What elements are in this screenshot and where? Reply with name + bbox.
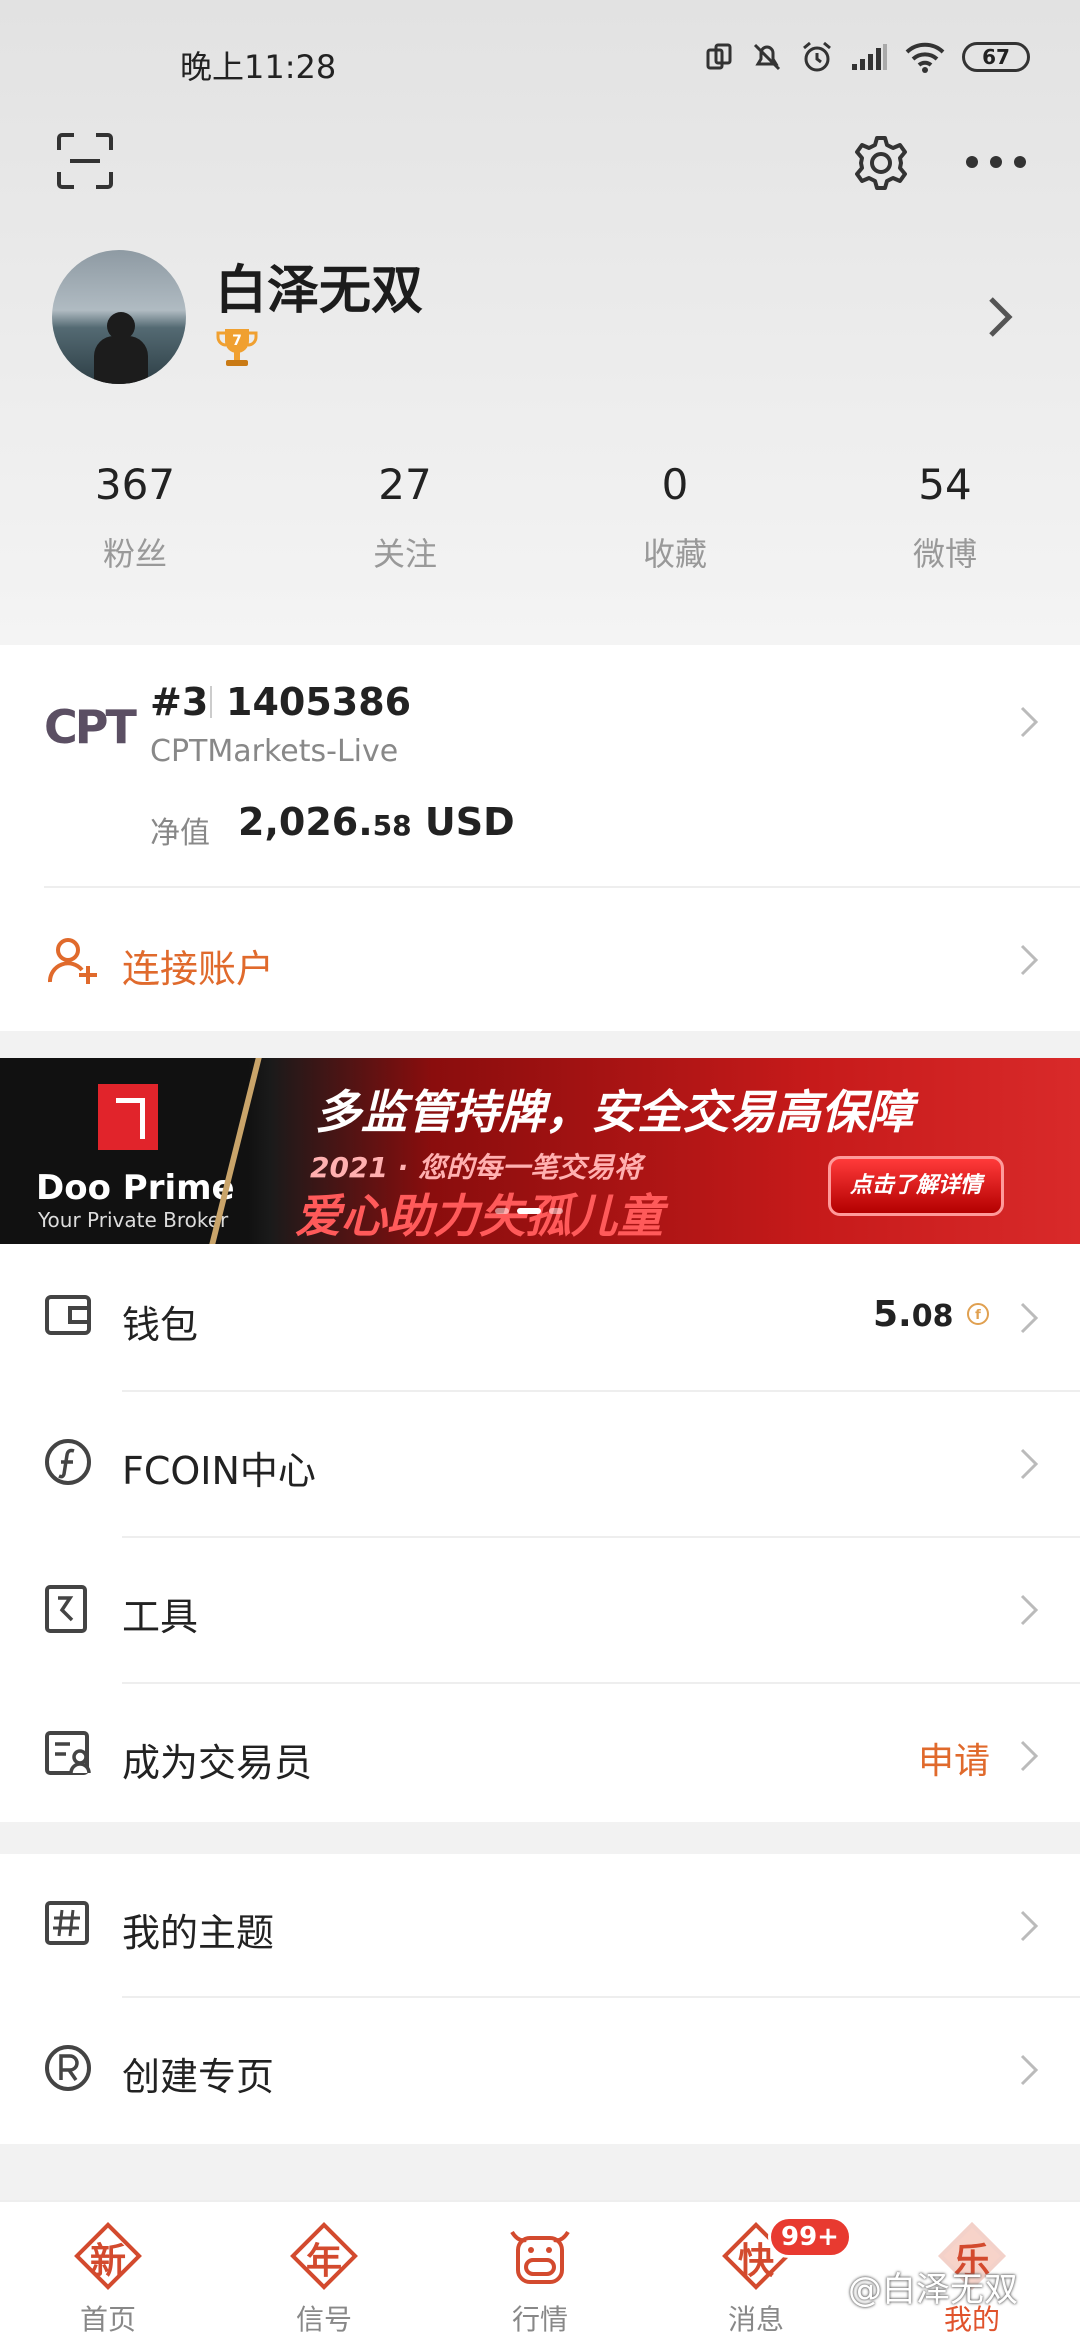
- mute-bell-icon: [753, 43, 781, 71]
- wifi-icon: [905, 42, 945, 73]
- registered-icon: [44, 2044, 92, 2096]
- menu-item-label: 创建专页: [122, 2055, 275, 2099]
- stats-row: 367 粉丝 27 关注 0 收藏 54 微博: [0, 460, 1080, 575]
- unread-badge: 99+: [768, 2216, 852, 2258]
- stat-value: 27: [378, 460, 432, 509]
- banner-brand: Doo Prime: [36, 1168, 235, 1208]
- screen-cast-icon: [706, 43, 732, 70]
- signal-icon: [852, 44, 887, 70]
- promo-banner[interactable]: Doo Prime Your Private Broker 多监管持牌，安全交易…: [0, 1058, 1080, 1244]
- separator: [210, 686, 212, 718]
- menu-item-label: 我的主题: [122, 1911, 275, 1955]
- menu-item-wallet[interactable]: 钱包 5.08 f: [0, 1246, 1080, 1392]
- account-rank: #3: [150, 680, 209, 724]
- menu-item-my-topics[interactable]: 我的主题: [0, 1854, 1080, 2000]
- account-server: CPTMarkets-Live: [150, 734, 399, 769]
- stat-following[interactable]: 27 关注: [270, 460, 540, 575]
- banner-pager: [495, 1208, 563, 1214]
- add-user-icon: [47, 936, 98, 990]
- settings-button[interactable]: [852, 134, 910, 192]
- tab-messages[interactable]: 快 99+ 消息: [696, 2216, 852, 2338]
- banner-tagline: Your Private Broker: [38, 1208, 229, 1232]
- status-time: 晚上11:28: [180, 48, 337, 86]
- tab-label: 行情: [511, 2303, 568, 2336]
- menu-item-label: 成为交易员: [122, 1741, 313, 1785]
- chevron-right-icon: [1018, 1592, 1040, 1632]
- watermark: @白泽无双: [848, 2270, 1018, 2310]
- menu-item-fcoin[interactable]: FCOIN中心: [0, 1392, 1080, 1538]
- menu-item-become-trader[interactable]: 成为交易员 申请: [0, 1684, 1080, 1830]
- connect-account-label: 连接账户: [122, 947, 275, 991]
- chevron-right-icon: [1018, 2052, 1040, 2092]
- broker-logo: CPT: [44, 700, 137, 754]
- doo-prime-logo-icon: [98, 1084, 158, 1150]
- chevron-right-icon: [1018, 942, 1040, 982]
- menu-item-create-page[interactable]: 创建专页: [0, 1998, 1080, 2144]
- gear-icon: [855, 136, 907, 190]
- alarm-icon: [803, 41, 831, 72]
- stat-label: 关注: [372, 535, 437, 573]
- tab-label: 信号: [295, 2303, 352, 2336]
- stat-label: 微博: [912, 535, 977, 573]
- chevron-right-icon: [1018, 1446, 1040, 1486]
- menu-item-label: 工具: [122, 1595, 199, 1639]
- banner-headline: 多监管持牌，安全交易高保障: [315, 1085, 913, 1139]
- connect-account-row[interactable]: 连接账户: [0, 888, 1080, 1031]
- stat-label: 粉丝: [102, 535, 167, 573]
- stat-posts[interactable]: 54 微博: [810, 460, 1080, 575]
- tab-market[interactable]: 行情: [480, 2220, 600, 2338]
- tab-home[interactable]: 新 首页: [48, 2220, 168, 2338]
- menu-item-tools[interactable]: 工具: [0, 1538, 1080, 1684]
- stat-value: 367: [94, 460, 176, 509]
- stat-followers[interactable]: 367 粉丝: [0, 460, 270, 575]
- ox-icon: [504, 2220, 576, 2292]
- stat-value: 54: [918, 460, 972, 509]
- hashtag-icon: [44, 1900, 90, 1950]
- username[interactable]: 白泽无双: [215, 248, 423, 323]
- tools-icon: [44, 1584, 88, 1638]
- more-dots-icon: [966, 156, 1026, 168]
- equity-label: 净值: [150, 816, 210, 851]
- account-number: 1405386: [226, 680, 412, 724]
- level-badge[interactable]: 7: [215, 325, 259, 373]
- chevron-right-icon: [1018, 1300, 1040, 1340]
- banner-slogan: 爱心助力失孤儿童: [295, 1189, 663, 1243]
- apply-link[interactable]: 申请: [918, 1732, 990, 1784]
- tab-label: 首页: [79, 2303, 136, 2336]
- stat-label: 收藏: [642, 535, 707, 573]
- stat-value: 0: [661, 460, 689, 509]
- tab-messages-icon: 快 99+: [720, 2216, 852, 2292]
- trader-icon: [44, 1730, 94, 1780]
- svg-text:7: 7: [232, 333, 242, 349]
- coin-icon: f: [967, 1303, 989, 1325]
- status-icons: 67: [704, 40, 1030, 74]
- status-bar: 晚上11:28 67: [0, 0, 1080, 120]
- menu-item-label: FCOIN中心: [122, 1449, 316, 1493]
- tab-home-icon: 新: [72, 2220, 144, 2292]
- chevron-right-icon: [1018, 1908, 1040, 1948]
- tab-signals[interactable]: 年 信号: [264, 2220, 384, 2338]
- trophy-icon: 7: [216, 329, 258, 366]
- avatar[interactable]: [52, 250, 186, 384]
- profile-chevron-button[interactable]: [985, 295, 1015, 343]
- chevron-right-icon: [989, 297, 1013, 337]
- equity-value: 2,026.58 USD: [238, 800, 515, 844]
- tab-label: 消息: [727, 2303, 784, 2336]
- banner-cta-button[interactable]: 点击了解详情: [828, 1156, 1004, 1216]
- menu-item-label: 钱包: [122, 1303, 199, 1347]
- more-button[interactable]: [964, 150, 1028, 174]
- scan-icon: [57, 133, 113, 189]
- chevron-right-icon: [1020, 706, 1039, 738]
- stat-favorites[interactable]: 0 收藏: [540, 460, 810, 575]
- wallet-balance: 5.08 f: [873, 1294, 990, 1335]
- fcoin-icon: [44, 1438, 92, 1490]
- wallet-icon: [44, 1292, 92, 1342]
- tab-signals-icon: 年: [288, 2220, 360, 2292]
- scan-button[interactable]: [56, 132, 114, 190]
- svg-text:f: f: [975, 1308, 981, 1323]
- account-chevron-button[interactable]: [1018, 704, 1040, 744]
- chevron-right-icon: [1018, 1738, 1040, 1778]
- battery-indicator: 67: [962, 42, 1030, 72]
